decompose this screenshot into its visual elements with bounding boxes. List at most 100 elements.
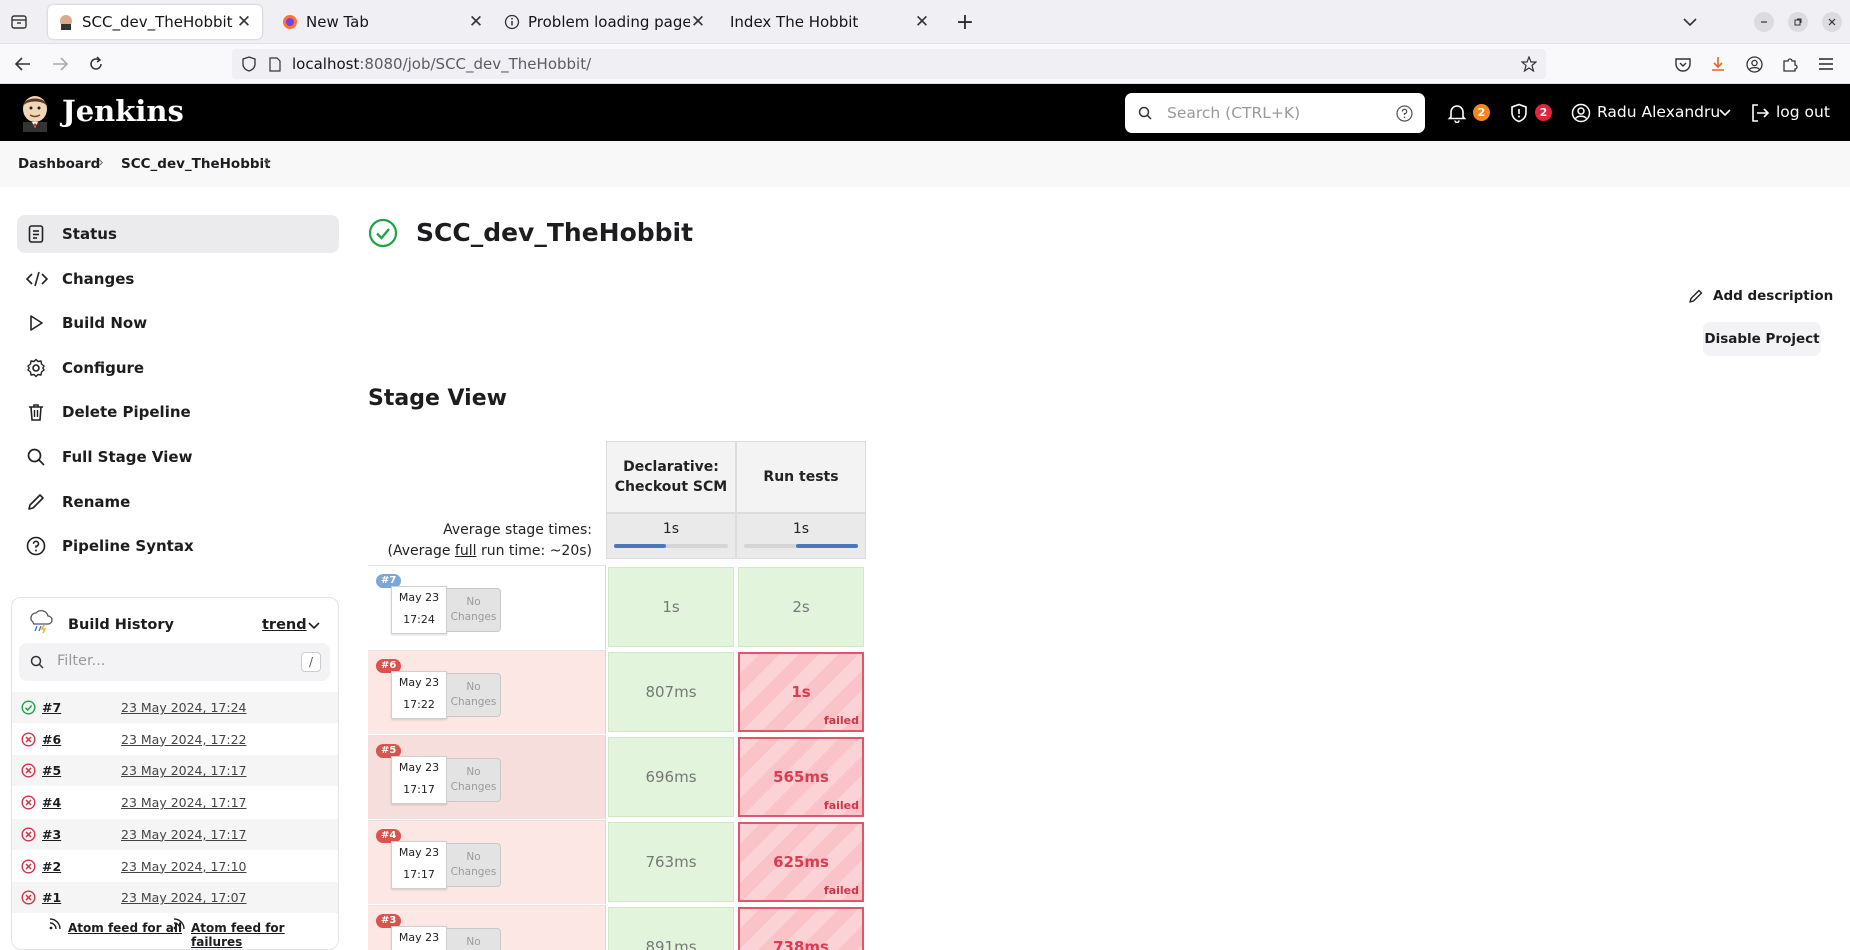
stage-cell-success[interactable]: 2s [738, 567, 864, 647]
avg-full-link[interactable]: full [455, 543, 477, 559]
run-time: 17:17 [403, 868, 435, 881]
info-icon [504, 14, 520, 30]
bookmark-star-icon[interactable] [1519, 54, 1539, 74]
atom-feed-failures-link[interactable]: Atom feed for failures [191, 921, 338, 949]
jenkins-header: Jenkins Search (CTRL+K) 2 2 Radu Alexand… [0, 84, 1850, 141]
build-history-row[interactable]: #1 23 May 2024, 17:07 [12, 882, 338, 914]
stage-cell-failed[interactable]: 565ms failed [738, 737, 864, 817]
browser-tab[interactable]: Problem loading page ✕ [494, 5, 716, 39]
chevron-down-icon[interactable] [1718, 106, 1732, 120]
stage-cell-success[interactable]: 807ms [608, 652, 734, 732]
disable-project-button[interactable]: Disable Project [1703, 322, 1821, 356]
chevron-right-icon[interactable]: › [264, 153, 270, 171]
stage-cell-success[interactable]: 1s [608, 567, 734, 647]
average-stage-times-label: Average stage times: (Average full run t… [368, 520, 593, 562]
search-icon [29, 654, 45, 670]
trend-link[interactable]: trend [262, 617, 307, 633]
build-number-link[interactable]: #6 [42, 732, 61, 747]
run-date-box: May 2317:17 [391, 926, 447, 950]
breadcrumb-dashboard[interactable]: Dashboard [18, 156, 100, 172]
sidebar-item-changes[interactable]: Changes [17, 260, 339, 298]
build-date-link[interactable]: 23 May 2024, 17:17 [121, 763, 246, 778]
stage-cell-success[interactable]: 696ms [608, 737, 734, 817]
breadcrumb-job[interactable]: SCC_dev_TheHobbit [121, 156, 271, 172]
jenkins-logo[interactable]: Jenkins [62, 94, 184, 128]
build-history-row[interactable]: #5 23 May 2024, 17:17 [12, 755, 338, 787]
code-icon [25, 269, 49, 289]
new-tab-icon[interactable]: + [954, 10, 976, 35]
notifications-bell-icon[interactable] [1446, 102, 1468, 124]
stage-cell-success[interactable]: 763ms [608, 822, 734, 902]
sidebar-item-label: Full Stage View [62, 448, 193, 466]
build-history-row[interactable]: #4 23 May 2024, 17:17 [12, 787, 338, 818]
atom-feed-all-link[interactable]: Atom feed for all [68, 921, 182, 935]
url-bar[interactable]: localhost:8080/job/SCC_dev_TheHobbit/ [232, 49, 1546, 79]
logout-link[interactable]: log out [1776, 103, 1830, 121]
jenkins-butler-icon[interactable] [18, 94, 52, 132]
shield-icon[interactable] [240, 55, 258, 73]
close-tab-icon[interactable]: ✕ [914, 12, 930, 32]
stage-cell-failed[interactable]: 738msfailed [738, 907, 864, 950]
build-date-link[interactable]: 23 May 2024, 17:24 [121, 700, 246, 715]
filter-shortcut-key: / [301, 652, 321, 672]
sidebar-item-pipeline-syntax[interactable]: Pipeline Syntax [17, 527, 339, 565]
sidebar-item-rename[interactable]: Rename [17, 483, 339, 521]
download-icon[interactable] [1707, 54, 1729, 74]
search-box[interactable]: Search (CTRL+K) [1125, 93, 1425, 133]
page-icon[interactable] [266, 55, 284, 73]
browser-tab[interactable]: New Tab ✕ [272, 5, 494, 39]
restore-icon[interactable] [1788, 12, 1808, 32]
logout-icon[interactable] [1749, 102, 1771, 124]
build-number-link[interactable]: #5 [42, 763, 61, 778]
browser-tab[interactable]: Index The Hobbit ✕ [718, 5, 940, 39]
run-date-box: May 2317:17 [391, 756, 447, 804]
stage-cell-success[interactable]: 891ms [608, 907, 734, 950]
help-icon[interactable] [1395, 104, 1413, 122]
user-name[interactable]: Radu Alexandru [1597, 103, 1720, 121]
close-tab-icon[interactable]: ✕ [236, 12, 252, 32]
chevron-down-icon[interactable] [307, 619, 321, 633]
build-number-link[interactable]: #4 [42, 795, 61, 810]
build-number-link[interactable]: #2 [42, 859, 61, 874]
sidebar-item-full-stage-view[interactable]: Full Stage View [17, 438, 339, 476]
build-date-link[interactable]: 23 May 2024, 17:22 [121, 732, 246, 747]
sidebar-item-build-now[interactable]: Build Now [17, 304, 339, 342]
run-date: May 23 [398, 846, 440, 859]
sidebar-item-label: Configure [62, 359, 145, 377]
extensions-icon[interactable] [1779, 54, 1801, 74]
build-history-row[interactable]: #3 23 May 2024, 17:17 [12, 818, 338, 850]
back-icon[interactable] [12, 54, 34, 74]
build-date-link[interactable]: 23 May 2024, 17:17 [121, 795, 246, 810]
sidebar-item-delete-pipeline[interactable]: Delete Pipeline [17, 393, 339, 431]
build-date-link[interactable]: 23 May 2024, 17:07 [121, 890, 246, 905]
close-window-icon[interactable] [1822, 12, 1842, 32]
tab-list-icon[interactable] [8, 12, 30, 32]
browser-tab-active[interactable]: SCC_dev_TheHobbit [Jenkins] ✕ [48, 5, 262, 39]
build-history-row[interactable]: #7 23 May 2024, 17:24 [12, 692, 338, 723]
reload-icon[interactable] [85, 54, 107, 74]
user-avatar-icon[interactable] [1570, 102, 1592, 124]
build-date-link[interactable]: 23 May 2024, 17:17 [121, 827, 246, 842]
forward-icon[interactable] [49, 54, 71, 74]
sidebar-item-configure[interactable]: Configure [17, 349, 339, 387]
stage-header-checkout: Declarative: Checkout SCM [606, 441, 736, 513]
menu-icon[interactable] [1815, 54, 1837, 74]
filter-input[interactable]: Filter... / [19, 643, 330, 681]
build-number-link[interactable]: #3 [42, 827, 61, 842]
build-history-row[interactable]: #2 23 May 2024, 17:10 [12, 851, 338, 882]
stage-duration: 2s [792, 598, 810, 616]
account-icon[interactable] [1743, 54, 1765, 74]
chevron-down-icon[interactable] [1680, 12, 1700, 32]
stage-cell-failed[interactable]: 625ms failed [738, 822, 864, 902]
build-history-row[interactable]: #6 23 May 2024, 17:22 [12, 724, 338, 755]
pocket-icon[interactable] [1672, 54, 1694, 74]
build-number-link[interactable]: #7 [42, 700, 61, 715]
build-date-link[interactable]: 23 May 2024, 17:10 [121, 859, 246, 874]
security-shield-icon[interactable] [1508, 102, 1530, 124]
stage-cell-failed[interactable]: 1s failed [738, 652, 864, 732]
build-number-link[interactable]: #1 [42, 890, 61, 905]
sidebar-item-status[interactable]: Status [17, 215, 339, 253]
minimize-icon[interactable] [1754, 12, 1774, 32]
close-tab-icon[interactable]: ✕ [690, 12, 706, 32]
close-tab-icon[interactable]: ✕ [468, 12, 484, 32]
